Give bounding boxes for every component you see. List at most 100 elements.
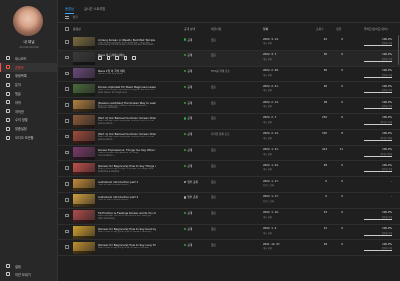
visibility-cell[interactable]: 공개 (184, 69, 192, 73)
date-status: 게시 날짜 (263, 120, 272, 124)
table-row[interactable]: Nana 1일 이 국의 데이 Nana's first day video 공개 F… (58, 67, 400, 83)
sidebar-item-audio-library[interactable]: 오디오 보관함 (0, 133, 58, 142)
select-all-checkbox[interactable] (65, 27, 69, 31)
row-checkbox[interactable] (65, 245, 69, 249)
visibility-cell[interactable]: 공개 (184, 132, 192, 136)
row-checkbox[interactable] (65, 197, 69, 202)
table-row[interactable]: [Part 2] Our Beloved Summer: Korean Dram… (58, 114, 400, 130)
table-row[interactable]: [Korean for Beginners] How to Say Long T… (58, 240, 400, 257)
table-row[interactable]: Audiobook introduction part 2 How to lear… (58, 193, 400, 209)
thumbnail-overlay (73, 61, 95, 65)
tab-videos[interactable]: 동영상 (65, 6, 74, 14)
video-thumbnail[interactable] (73, 241, 95, 255)
sidebar-item-analytics[interactable]: 분석 (0, 80, 58, 89)
col-date[interactable]: 날짜 (263, 27, 268, 31)
row-checkbox[interactable] (65, 182, 69, 186)
analytics-icon (6, 82, 10, 87)
visibility-cell[interactable]: 공개 (184, 101, 192, 105)
row-checkbox[interactable] (65, 40, 69, 44)
row-checkbox[interactable] (65, 55, 69, 60)
video-thumbnail[interactable] (73, 194, 95, 207)
thumbnail-overlay (73, 235, 95, 239)
visibility-cell[interactable]: 공개 (184, 85, 192, 89)
comments-cell: 0 (341, 227, 343, 231)
channel-avatar[interactable] (13, 6, 43, 36)
video-thumbnail[interactable] (73, 210, 95, 223)
comments-icon[interactable] (115, 56, 119, 60)
row-checkbox[interactable] (65, 229, 69, 234)
sidebar-item-feedback[interactable]: 의견 보내기 (0, 270, 58, 278)
likes-ratio-bar (364, 234, 392, 236)
visibility-cell[interactable]: 공개 (184, 227, 192, 231)
table-row[interactable]: Korean Alphabet For Basic Beginners Less… (58, 82, 400, 99)
youtube-icon[interactable] (123, 56, 128, 60)
sidebar-item-comments[interactable]: 댓글 (0, 89, 58, 98)
edit-icon[interactable] (98, 56, 102, 60)
date-status: 게시 날짜 (263, 215, 272, 219)
sidebar-item-dashboard[interactable]: 대시보드 (0, 54, 58, 63)
visibility-cell[interactable]: 공개 (184, 38, 192, 42)
unlisted-icon (184, 180, 187, 183)
visibility-cell[interactable]: 공개 (184, 211, 192, 215)
restrictions-cell: 없음 (211, 212, 216, 216)
likes-ratio-fill (364, 45, 392, 46)
video-description: Learn the Korean Alphabet (Hangul) fast … (98, 88, 155, 94)
table-row[interactable]: [Russian subtitles] The Korean Way to Le… (58, 98, 400, 114)
table-row[interactable]: Arirang Korean in Weekly Buddhist Temple… (58, 35, 400, 51)
visibility-cell[interactable]: 공개 (184, 148, 192, 152)
sidebar-item-playlist[interactable]: 재생목록 (0, 72, 58, 81)
row-checkbox[interactable] (65, 87, 69, 91)
video-thumbnail[interactable] (73, 147, 95, 160)
video-thumbnail[interactable] (73, 99, 95, 113)
video-thumbnail[interactable] (73, 68, 95, 81)
visibility-cell[interactable]: 공개 (184, 164, 192, 168)
table-row[interactable]: Audiobook introduction part 1 How to lear… (58, 177, 400, 193)
video-thumbnail[interactable] (73, 115, 95, 128)
more-icon[interactable] (132, 56, 136, 60)
sidebar-item-copyright[interactable]: 저작권 (0, 107, 58, 116)
sidebar-item-subtitles[interactable]: 자막 (0, 98, 58, 107)
filter-icon (65, 15, 69, 19)
video-thumbnail[interactable] (73, 131, 95, 144)
restrictions-cell: 없음 (211, 180, 216, 184)
visibility-cell[interactable]: 일부 공개 (184, 180, 198, 184)
thumbnail-overlay (73, 251, 95, 255)
video-thumbnail[interactable] (73, 83, 95, 97)
table-row[interactable]: [Korean for Beginners] How to Say Things… (58, 161, 400, 178)
sidebar-item-monetization[interactable]: 수익 창출 (0, 116, 58, 125)
visibility-cell[interactable]: 공개 (184, 53, 192, 57)
sidebar-item-content[interactable]: 콘텐츠 (0, 62, 58, 72)
sidebar-item-settings[interactable]: 설정 (0, 262, 58, 270)
video-thumbnail[interactable] (73, 178, 95, 192)
table-row[interactable]: [Korean for Beginners] How to Say Good b… (58, 225, 400, 241)
table-row[interactable]: Korean Expressions: Things You Say When … (58, 146, 400, 162)
row-checkbox[interactable] (65, 166, 69, 170)
scrollbar[interactable] (397, 35, 399, 65)
public-icon (184, 212, 187, 215)
visibility-cell[interactable]: 공개 (184, 116, 192, 120)
restrictions-cell: 없음 (211, 85, 216, 89)
likes-ratio-fill (364, 92, 392, 94)
sidebar-item-customization[interactable]: 맞춤설정 (0, 124, 58, 133)
visibility-cell[interactable]: 공개 (184, 243, 192, 247)
row-checkbox[interactable] (65, 71, 69, 76)
visibility-cell[interactable]: 일부 공개 (184, 195, 198, 199)
row-checkbox[interactable] (65, 118, 69, 123)
tab-live[interactable]: 실시간 스트리밍 (84, 6, 106, 14)
comments-cell: 0 (341, 195, 343, 199)
likes-ratio-bar (364, 250, 392, 252)
video-thumbnail[interactable] (73, 52, 95, 65)
table-row[interactable]: [Part 1] Our Beloved Summer: Korean Dram… (58, 130, 400, 146)
video-thumbnail[interactable] (73, 36, 95, 49)
filter-bar[interactable]: 필터 (65, 15, 78, 19)
row-checkbox[interactable] (65, 150, 69, 155)
row-checkbox[interactable] (65, 213, 69, 218)
row-checkbox[interactable] (65, 103, 69, 107)
video-thumbnail[interactable] (73, 162, 95, 176)
analytics-icon[interactable] (106, 56, 111, 60)
video-thumbnail[interactable] (73, 226, 95, 239)
table-row[interactable]: 50 Emotion & Feelings Korean words You m… (58, 209, 400, 225)
table-row[interactable]: Nana 이 드라마 나라는 공개 없음 2022. 3. 7. 게시 날짜 30 0 100… (58, 50, 400, 67)
row-checkbox[interactable] (65, 134, 69, 139)
video-description: Learn Korean with Korean native speakers… (98, 104, 148, 110)
